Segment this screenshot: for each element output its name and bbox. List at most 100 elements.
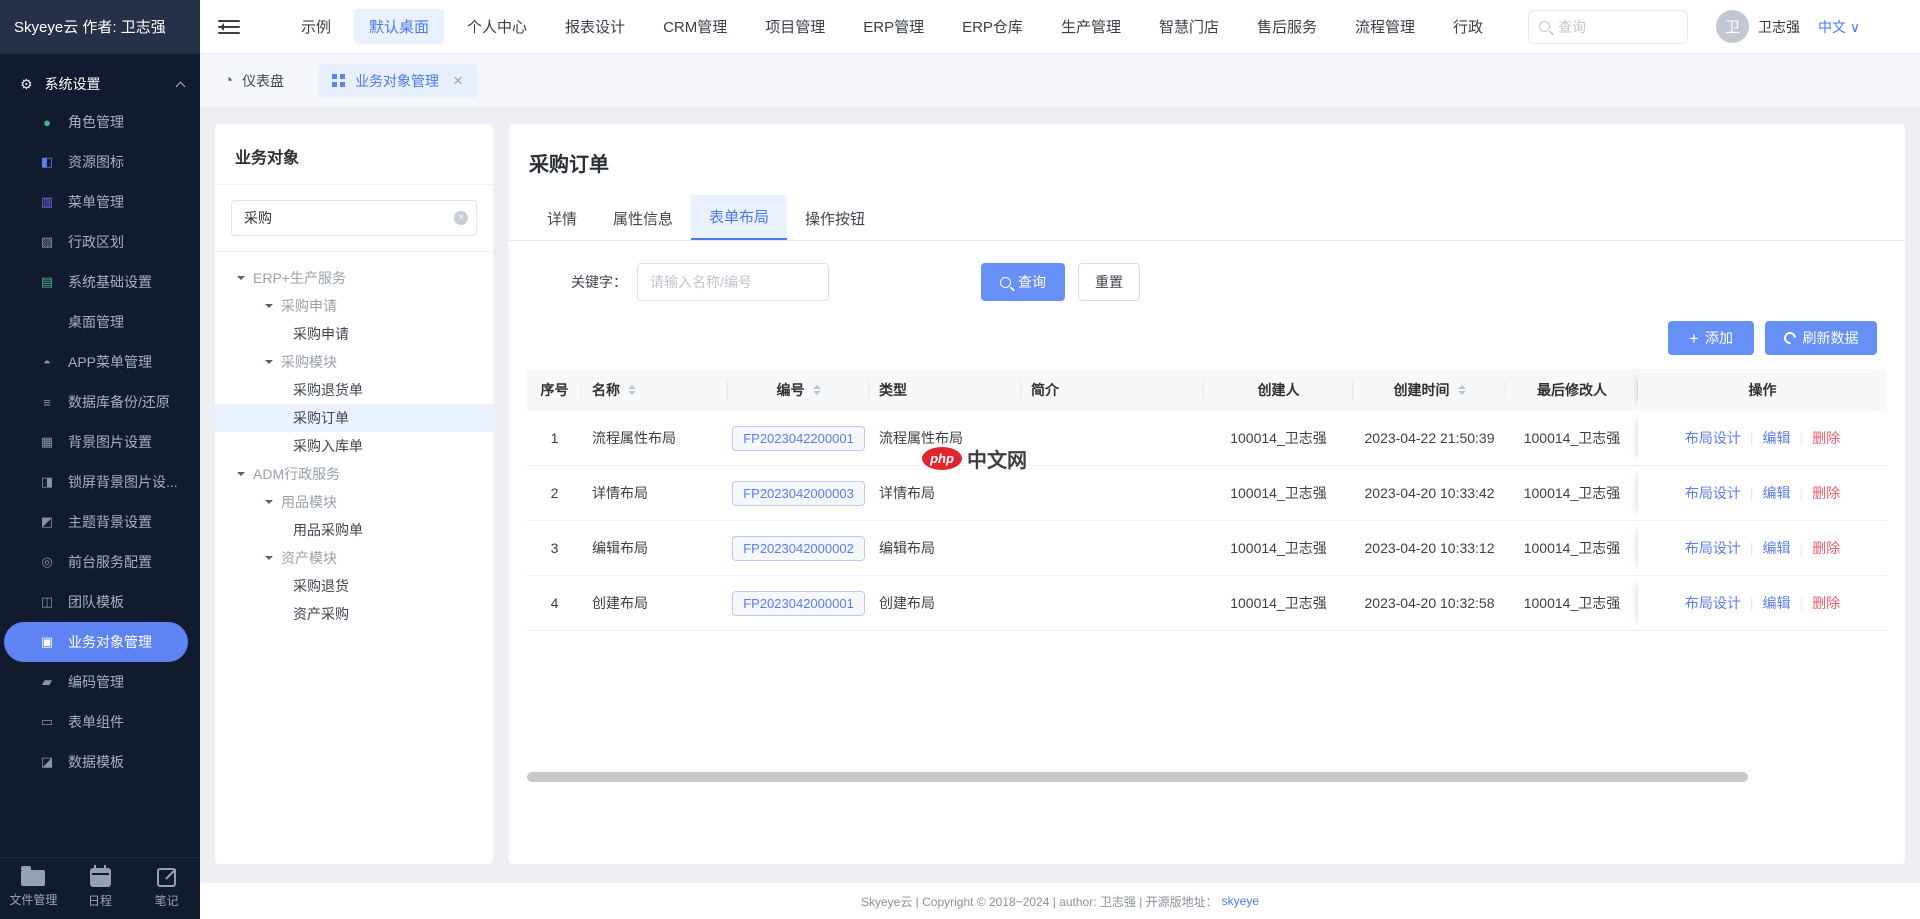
tree-node-asset-module[interactable]: 资产模块 <box>215 544 493 572</box>
delete-link[interactable]: 删除 <box>1812 593 1840 613</box>
sidebar-item-business-object-management[interactable]: ▣业务对象管理 <box>4 622 188 662</box>
menu-item-workflow[interactable]: 流程管理 <box>1340 9 1430 44</box>
edit-link[interactable]: 编辑 <box>1763 428 1791 448</box>
col-created-time[interactable]: 创建时间 <box>1353 369 1506 411</box>
cell-index: 3 <box>527 521 582 575</box>
refresh-icon <box>1781 330 1798 347</box>
caret-down-icon[interactable] <box>265 304 273 312</box>
tree-node-adm-services[interactable]: ADM行政服务 <box>215 460 493 488</box>
sidebar-item-desktop-management[interactable]: 桌面管理 <box>0 302 200 342</box>
sort-icon[interactable] <box>1458 381 1466 399</box>
layout-design-link[interactable]: 布局设计 <box>1685 593 1741 613</box>
caret-down-icon[interactable] <box>265 500 273 508</box>
sidebar-item-background-image-settings[interactable]: ▦背景图片设置 <box>0 422 200 462</box>
menu-item-smart-store[interactable]: 智慧门店 <box>1144 9 1234 44</box>
edit-link[interactable]: 编辑 <box>1763 538 1791 558</box>
menu-item-after-sales[interactable]: 售后服务 <box>1242 9 1332 44</box>
tree-node-erp-production[interactable]: ERP+生产服务 <box>215 264 493 292</box>
delete-link[interactable]: 删除 <box>1812 538 1840 558</box>
close-icon[interactable]: × <box>453 72 463 89</box>
query-button[interactable]: 查询 <box>981 263 1065 301</box>
horizontal-scrollbar[interactable] <box>527 772 1748 782</box>
sidebar-collapse-icon[interactable] <box>218 19 240 35</box>
menu-item-project[interactable]: 项目管理 <box>750 9 840 44</box>
tree-node-purchase-request[interactable]: 采购申请 <box>215 320 493 348</box>
menu-item-production[interactable]: 生产管理 <box>1046 9 1136 44</box>
calendar-icon <box>90 868 111 887</box>
layout-design-link[interactable]: 布局设计 <box>1685 428 1741 448</box>
refresh-button[interactable]: 刷新数据 <box>1765 321 1877 355</box>
tab-business-object-management[interactable]: 业务对象管理 × <box>318 64 477 98</box>
menu-item-erp[interactable]: ERP管理 <box>848 9 939 44</box>
gear-icon: ⚙ <box>20 76 33 93</box>
sidebar-item-data-template[interactable]: ◪数据模板 <box>0 742 200 782</box>
caret-down-icon[interactable] <box>237 472 245 480</box>
tree-node-purchase-module[interactable]: 采购模块 <box>215 348 493 376</box>
tree-search-input[interactable] <box>231 200 477 236</box>
delete-link[interactable]: 删除 <box>1812 483 1840 503</box>
sort-icon[interactable] <box>628 381 636 399</box>
menu-item-admin[interactable]: 行政 <box>1438 9 1498 44</box>
sidebar-item-system-base-settings[interactable]: ▤系统基础设置 <box>0 262 200 302</box>
tree-node-asset-purchase[interactable]: 资产采购 <box>215 600 493 628</box>
tab-dashboard[interactable]: ◔ 仪表盘 <box>224 71 284 91</box>
caret-down-icon[interactable] <box>265 556 273 564</box>
add-button[interactable]: +添加 <box>1668 321 1754 355</box>
delete-link[interactable]: 删除 <box>1812 428 1840 448</box>
caret-down-icon[interactable] <box>237 276 245 284</box>
tree-node-purchase-request-module[interactable]: 采购申请 <box>215 292 493 320</box>
tree-node-purchase-return-order[interactable]: 采购退货单 <box>215 376 493 404</box>
tree-node-purchase-inbound-order[interactable]: 采购入库单 <box>215 432 493 460</box>
layout-design-link[interactable]: 布局设计 <box>1685 538 1741 558</box>
skyeye-link[interactable]: skyeye <box>1222 894 1259 908</box>
tree-node-supplies-module[interactable]: 用品模块 <box>215 488 493 516</box>
sidebar-item-resource-icons[interactable]: ◧资源图标 <box>0 142 200 182</box>
menu-item-erp-warehouse[interactable]: ERP仓库 <box>947 9 1038 44</box>
reset-button[interactable]: 重置 <box>1078 263 1140 301</box>
sidebar-item-code-management[interactable]: ▰编码管理 <box>0 662 200 702</box>
sidebar-item-form-components[interactable]: ▭表单组件 <box>0 702 200 742</box>
tree-node-supplies-purchase-order[interactable]: 用品采购单 <box>215 516 493 544</box>
sidebar-item-app-menu-management[interactable]: ◓APP菜单管理 <box>0 342 200 382</box>
menu-item-crm[interactable]: CRM管理 <box>648 9 742 44</box>
sidebar-group-system-settings[interactable]: ⚙ 系统设置 <box>0 66 200 102</box>
cell-name: 详情布局 <box>582 466 728 520</box>
dock-file-management[interactable]: 文件管理 <box>0 858 67 919</box>
keyword-input[interactable] <box>637 263 829 301</box>
sidebar-item-db-backup-restore[interactable]: ≡数据库备份/还原 <box>0 382 200 422</box>
cell-code: FP2023042000001 <box>728 576 869 630</box>
table-row: 4 创建布局 FP2023042000001 创建布局 100014_卫志强 2… <box>527 576 1887 631</box>
col-code[interactable]: 编号 <box>728 369 869 411</box>
caret-down-icon[interactable] <box>265 360 273 368</box>
user-menu[interactable]: 卫 卫志强 <box>1716 10 1800 43</box>
dock-schedule[interactable]: 日程 <box>67 858 134 919</box>
dock-notes[interactable]: 笔记 <box>133 858 200 919</box>
tab-form-layout[interactable]: 表单布局 <box>691 195 787 240</box>
tab-action-buttons[interactable]: 操作按钮 <box>787 197 883 240</box>
edit-link[interactable]: 编辑 <box>1763 483 1791 503</box>
tree-node-purchase-return[interactable]: 采购退货 <box>215 572 493 600</box>
layout-design-link[interactable]: 布局设计 <box>1685 483 1741 503</box>
menu-item-examples[interactable]: 示例 <box>286 9 346 44</box>
sidebar-item-menu-management[interactable]: ▥菜单管理 <box>0 182 200 222</box>
sidebar-item-lockscreen-background-settings[interactable]: ◨锁屏背景图片设... <box>0 462 200 502</box>
language-selector[interactable]: 中文 ∨ <box>1818 17 1860 37</box>
tab-details[interactable]: 详情 <box>529 197 595 240</box>
cell-index: 2 <box>527 466 582 520</box>
sidebar-item-team-template[interactable]: ◫团队模板 <box>0 582 200 622</box>
clear-icon[interactable]: × <box>454 211 468 225</box>
menu-item-report-design[interactable]: 报表设计 <box>550 9 640 44</box>
sidebar-item-frontend-service-config[interactable]: ◎前台服务配置 <box>0 542 200 582</box>
cell-creator: 100014_卫志强 <box>1204 411 1353 465</box>
sidebar-item-admin-division[interactable]: ▨行政区划 <box>0 222 200 262</box>
menu-item-personal-center[interactable]: 个人中心 <box>452 9 542 44</box>
global-search-input[interactable] <box>1558 19 1668 35</box>
sidebar-item-role-management[interactable]: ●角色管理 <box>0 102 200 142</box>
menu-item-default-desktop[interactable]: 默认桌面 <box>354 9 444 44</box>
sort-icon[interactable] <box>813 381 821 399</box>
tree-node-purchase-order[interactable]: 采购订单 <box>215 404 493 432</box>
sidebar-item-theme-background-settings[interactable]: ◩主题背景设置 <box>0 502 200 542</box>
tab-attribute-info[interactable]: 属性信息 <box>595 197 691 240</box>
col-name[interactable]: 名称 <box>582 369 728 411</box>
edit-link[interactable]: 编辑 <box>1763 593 1791 613</box>
